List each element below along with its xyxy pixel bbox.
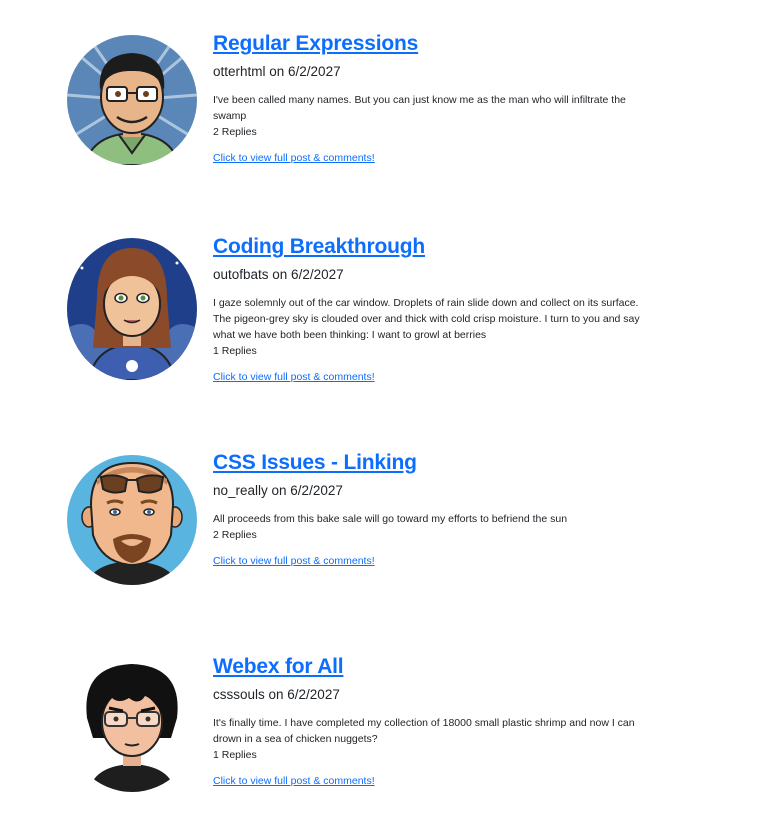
woman-avatar-icon bbox=[67, 238, 197, 380]
man-glasses-avatar-icon bbox=[67, 35, 197, 165]
post-body: I've been called many names. But you can… bbox=[213, 94, 626, 122]
view-post-link[interactable]: Click to view full post & comments! bbox=[213, 370, 375, 384]
post-byline: csssouls on 6/2/2027 bbox=[213, 687, 340, 702]
post-reply-count: 2 Replies bbox=[213, 529, 257, 541]
post-reply-count: 1 Replies bbox=[213, 749, 257, 761]
post-title-link[interactable]: Coding Breakthrough bbox=[213, 234, 425, 260]
post-byline: outofbats on 6/2/2027 bbox=[213, 267, 344, 282]
post-body: It's finally time. I have completed my c… bbox=[213, 717, 635, 745]
post-byline: no_really on 6/2/2027 bbox=[213, 483, 343, 498]
view-post-link[interactable]: Click to view full post & comments! bbox=[213, 774, 375, 788]
post-reply-count: 1 Replies bbox=[213, 345, 257, 357]
post-title-link[interactable]: Regular Expressions bbox=[213, 31, 418, 57]
man-black-hair-glasses-avatar-icon bbox=[67, 658, 197, 792]
post-title-link[interactable]: CSS Issues - Linking bbox=[213, 450, 417, 476]
man-sunglasses-goatee-avatar-icon bbox=[67, 455, 197, 585]
view-post-link[interactable]: Click to view full post & comments! bbox=[213, 554, 375, 568]
post-reply-count: 2 Replies bbox=[213, 126, 257, 138]
post-body: I gaze solemnly out of the car window. D… bbox=[213, 297, 640, 341]
post-byline: otterhtml on 6/2/2027 bbox=[213, 64, 341, 79]
post-title-link[interactable]: Webex for All bbox=[213, 654, 344, 680]
post-body: All proceeds from this bake sale will go… bbox=[213, 513, 568, 525]
view-post-link[interactable]: Click to view full post & comments! bbox=[213, 151, 375, 165]
